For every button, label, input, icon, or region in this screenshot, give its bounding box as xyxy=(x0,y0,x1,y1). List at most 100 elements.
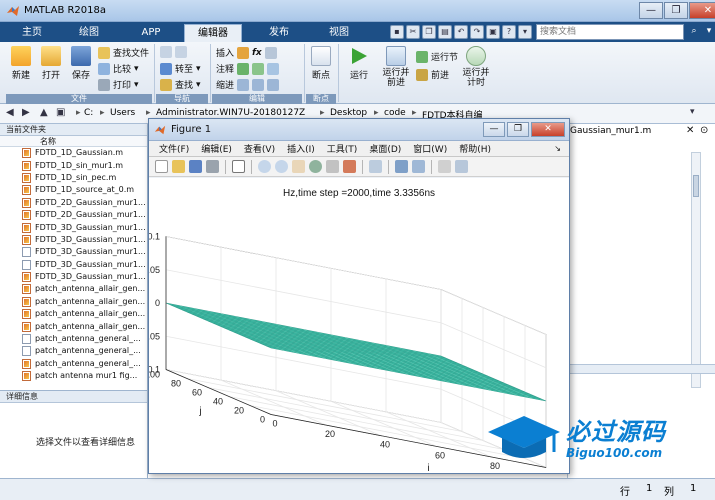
minimize-button[interactable]: — xyxy=(639,2,663,19)
up-folder-icon[interactable]: ▲ xyxy=(40,107,48,118)
redo-quick-icon[interactable]: ↷ xyxy=(470,25,484,39)
rotate-3d-icon[interactable] xyxy=(309,160,322,173)
breadcrumb-users[interactable]: Users xyxy=(110,108,135,118)
menu-edit[interactable]: 编辑(E) xyxy=(201,142,232,155)
menu-desktop[interactable]: 桌面(D) xyxy=(369,142,401,155)
open-file-icon[interactable] xyxy=(172,160,185,173)
file-list-item[interactable]: FDTD_3D_Gaussian_mur1... xyxy=(0,259,147,271)
breadcrumb-code[interactable]: code xyxy=(384,108,406,118)
file-list-item[interactable]: patch_antenna_allair_gen... xyxy=(0,283,147,295)
goto-dropdown-icon[interactable]: ▾ xyxy=(196,64,201,74)
run-and-advance-button[interactable]: 运行并 前进 xyxy=(380,46,412,88)
comment-button[interactable]: 注释 xyxy=(216,62,280,75)
hide-plot-tools-icon[interactable] xyxy=(438,160,451,173)
save-quick-icon[interactable]: ▪ xyxy=(390,25,404,39)
figure-title-bar[interactable]: Figure 1 — ❐ ✕ xyxy=(149,119,569,141)
file-list-item[interactable]: FDTD_1D_sin_mur1.m xyxy=(0,159,147,171)
print-dropdown-icon[interactable]: ▾ xyxy=(134,80,139,90)
file-list-item[interactable]: patch_antenna_allair_gen... xyxy=(0,308,147,320)
save-figure-icon[interactable] xyxy=(189,160,202,173)
colorbar-icon[interactable] xyxy=(395,160,408,173)
tab-home[interactable]: 主页 xyxy=(6,24,58,42)
find-button[interactable]: 查找 ▾ xyxy=(160,78,201,91)
editor-menu-icon[interactable]: ⊙ xyxy=(700,125,708,136)
pointer-icon[interactable] xyxy=(232,160,245,173)
editor-tab-label[interactable]: Gaussian_mur1.m xyxy=(570,126,651,136)
run-button[interactable]: 运行 xyxy=(344,46,374,81)
figure-close-button[interactable]: ✕ xyxy=(531,122,565,137)
search-documentation-input[interactable]: 搜索文档 xyxy=(536,24,684,40)
maximize-button[interactable]: ❐ xyxy=(664,2,688,19)
breadcrumb-user[interactable]: Administrator.WIN7U-20180127Z xyxy=(156,108,305,118)
insert-button[interactable]: 插入 fx xyxy=(216,46,277,59)
insert-dropdown-icon[interactable] xyxy=(264,46,277,59)
show-plot-tools-icon[interactable] xyxy=(455,160,468,173)
editor-scrollbar[interactable] xyxy=(691,152,701,388)
fx-icon[interactable]: fx xyxy=(252,48,262,58)
file-list-item[interactable]: patch_antenna_general_... xyxy=(0,333,147,345)
cut-quick-icon[interactable]: ✂ xyxy=(406,25,420,39)
back-nav-icon[interactable] xyxy=(160,46,172,58)
help-quick-icon[interactable]: ? xyxy=(502,25,516,39)
breakpoints-button[interactable]: 断点 xyxy=(308,46,334,81)
browse-folder-icon[interactable]: ▣ xyxy=(56,107,65,118)
figure-maximize-button[interactable]: ❐ xyxy=(507,122,529,137)
advance-button[interactable]: 前进 xyxy=(416,68,449,81)
figure-minimize-button[interactable]: — xyxy=(483,122,505,137)
run-section-button[interactable]: 运行节 xyxy=(416,50,458,63)
close-button[interactable]: ✕ xyxy=(689,2,715,19)
zoom-in-icon[interactable] xyxy=(258,160,271,173)
save-button[interactable]: 保存 xyxy=(68,46,94,81)
file-list-item[interactable]: FDTD_2D_Gaussian_mur1... xyxy=(0,197,147,209)
file-list-item[interactable]: patch_antenna_allair_gen... xyxy=(0,296,147,308)
menu-insert[interactable]: 插入(I) xyxy=(287,142,315,155)
goto-button[interactable]: 转至 ▾ xyxy=(160,62,201,75)
menu-view[interactable]: 查看(V) xyxy=(244,142,275,155)
zoom-out-icon[interactable] xyxy=(275,160,288,173)
paste-quick-icon[interactable]: ▤ xyxy=(438,25,452,39)
file-list-item[interactable]: patch_antenna_allair_gen... xyxy=(0,320,147,332)
breadcrumb-desktop[interactable]: Desktop xyxy=(330,108,367,118)
print-button[interactable]: 打印 ▾ xyxy=(98,78,139,91)
file-list-item[interactable]: FDTD_3D_Gaussian_mur1... xyxy=(0,271,147,283)
compare-button[interactable]: 比较 ▾ xyxy=(98,62,139,75)
file-list-item[interactable]: FDTD_3D_Gaussian_mur1... xyxy=(0,234,147,246)
undo-quick-icon[interactable]: ↶ xyxy=(454,25,468,39)
compare-dropdown-icon[interactable]: ▾ xyxy=(134,64,139,74)
tab-apps[interactable]: APP xyxy=(122,24,180,42)
path-dropdown-icon[interactable]: ▾ xyxy=(690,107,695,117)
menu-window[interactable]: 窗口(W) xyxy=(413,142,447,155)
tab-publish[interactable]: 发布 xyxy=(250,24,308,42)
file-list-item[interactable]: patch_antenna_general_... xyxy=(0,358,147,370)
brush-icon[interactable] xyxy=(343,160,356,173)
file-list-item[interactable]: FDTD_1D_source_at_0.m xyxy=(0,184,147,196)
open-button[interactable]: 打开 xyxy=(38,46,64,81)
pan-hand-icon[interactable] xyxy=(292,160,305,173)
scrollbar-thumb[interactable] xyxy=(693,175,699,197)
file-list-item[interactable]: FDTD_3D_Gaussian_mur1... xyxy=(0,246,147,258)
run-and-time-button[interactable]: 运行并 计时 xyxy=(460,46,492,88)
legend-icon[interactable] xyxy=(412,160,425,173)
tab-plots[interactable]: 绘图 xyxy=(60,24,118,42)
new-figure-icon[interactable] xyxy=(155,160,168,173)
forward-nav-icon[interactable] xyxy=(175,46,187,58)
indent-button[interactable]: 缩进 xyxy=(216,78,280,91)
breadcrumb-drive[interactable]: C: xyxy=(84,108,93,118)
copy-quick-icon[interactable]: ❐ xyxy=(422,25,436,39)
editor-close-icon[interactable]: ✕ xyxy=(686,125,694,136)
new-button[interactable]: 新建 xyxy=(8,46,34,81)
menu-tools[interactable]: 工具(T) xyxy=(327,142,358,155)
forward-arrow-icon[interactable]: ▶ xyxy=(22,107,30,118)
file-list-item[interactable]: patch_antenna_general_... xyxy=(0,345,147,357)
link-plot-icon[interactable] xyxy=(369,160,382,173)
tab-view[interactable]: 视图 xyxy=(310,24,368,42)
file-list-item[interactable]: FDTD_3D_Gaussian_mur1... xyxy=(0,221,147,233)
file-list-item[interactable]: FDTD_1D_sin_pec.m xyxy=(0,172,147,184)
back-arrow-icon[interactable]: ◀ xyxy=(6,107,14,118)
panel-splitter[interactable] xyxy=(568,364,715,374)
switch-windows-icon[interactable]: ▣ xyxy=(486,25,500,39)
file-list-item[interactable]: patch antenna mur1 fig... xyxy=(0,370,147,382)
file-list-item[interactable]: FDTD_1D_Gaussian.m xyxy=(0,147,147,159)
tab-editor[interactable]: 编辑器 xyxy=(184,24,242,42)
menu-file[interactable]: 文件(F) xyxy=(159,142,189,155)
